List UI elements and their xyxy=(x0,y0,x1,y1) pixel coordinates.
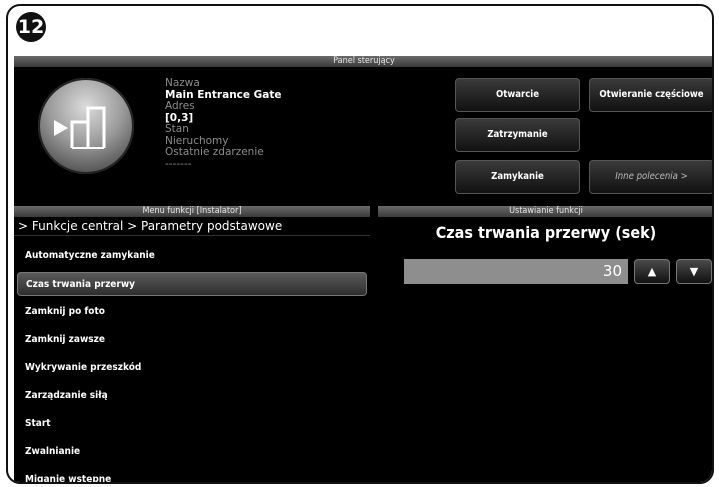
control-panel-screen: Panel sterujący Nazwa Main Entrance Gate… xyxy=(14,56,712,482)
arrow-down-icon: ▼ xyxy=(689,265,699,278)
menu-item[interactable]: Start xyxy=(17,412,367,436)
last-event-value: ------- xyxy=(165,157,192,170)
other-commands-button[interactable]: Inne polecenia > xyxy=(589,160,712,194)
menu-title-bar: Menu funkcji [Instalator] xyxy=(14,206,370,217)
figure-frame: 12 Panel sterujący Nazwa Main Entrance G… xyxy=(6,4,714,484)
menu-item[interactable]: Zwalnianie xyxy=(17,440,367,464)
menu-item[interactable]: Miganie wstępne xyxy=(17,468,367,482)
menu-item[interactable]: Wykrywanie przeszkód xyxy=(17,356,367,380)
value-field[interactable]: 30 xyxy=(404,259,628,284)
step-number-badge: 12 xyxy=(16,12,46,42)
menu-item[interactable]: Zamknij zawsze xyxy=(17,328,367,352)
function-settings-panel: Ustawianie funkcji Czas trwania przerwy … xyxy=(378,206,712,482)
partial-open-button[interactable]: Otwieranie częściowe xyxy=(589,78,712,112)
menu-item[interactable]: Czas trwania przerwy xyxy=(17,272,367,296)
menu-item[interactable]: Zamknij po foto xyxy=(17,300,367,324)
address-label: Adres xyxy=(165,100,195,112)
increase-button[interactable]: ▲ xyxy=(634,259,670,284)
state-label: Stan xyxy=(165,123,189,135)
panel-title-bar: Panel sterujący xyxy=(14,56,712,67)
open-button[interactable]: Otwarcie xyxy=(455,78,580,112)
menu-item[interactable]: Zarządzanie siłą xyxy=(17,384,367,408)
gate-icon xyxy=(38,78,134,174)
settings-title-bar: Ustawianie funkcji xyxy=(378,206,712,217)
breadcrumb: > Funkcje central > Parametry podstawowe xyxy=(14,217,370,236)
arrow-up-icon: ▲ xyxy=(647,265,657,278)
device-info: Nazwa Main Entrance Gate Adres [0,3] Sta… xyxy=(165,77,282,170)
close-button[interactable]: Zamykanie xyxy=(455,160,580,194)
decrease-button[interactable]: ▼ xyxy=(676,259,712,284)
last-event-label: Ostatnie zdarzenie xyxy=(165,146,264,158)
function-menu-panel: Menu funkcji [Instalator] > Funkcje cent… xyxy=(14,206,370,482)
menu-item[interactable]: Automatyczne zamykanie xyxy=(17,244,367,268)
panel-divider xyxy=(372,206,376,482)
function-title: Czas trwania przerwy (sek) xyxy=(435,223,657,242)
stop-button[interactable]: Zatrzymanie xyxy=(455,118,580,152)
name-label: Nazwa xyxy=(165,77,200,89)
